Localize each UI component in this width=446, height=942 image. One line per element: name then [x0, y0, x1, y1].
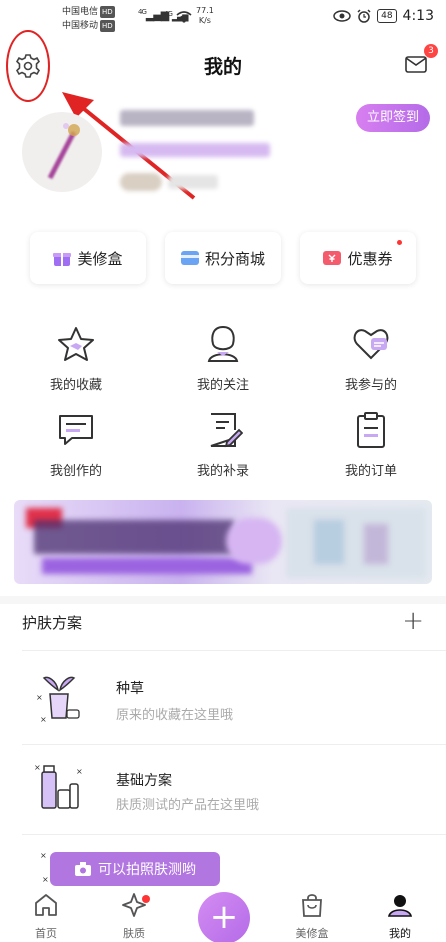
- plan-desc: 原来的收藏在这里哦: [116, 708, 234, 723]
- notification-dot: [142, 895, 150, 903]
- battery-icon: 48: [377, 9, 397, 23]
- message-icon: [59, 415, 93, 445]
- section-title-skincare: 护肤方案: [22, 614, 83, 632]
- profile-icon: [387, 895, 413, 917]
- coupon-icon: [323, 251, 342, 265]
- banner-product-blurred: [364, 524, 388, 564]
- shortcut-label: 优惠券: [347, 249, 393, 268]
- edit-note-icon: [210, 413, 244, 448]
- section-divider: [0, 596, 446, 604]
- mail-badge: 3: [424, 44, 438, 58]
- network-speed: 77.1 K/s: [196, 6, 214, 25]
- bag-icon: [302, 894, 322, 917]
- page-title: 我的: [203, 56, 242, 78]
- star-icon: [58, 327, 94, 361]
- svg-text:×: ×: [36, 693, 43, 702]
- user-level-blurred: [168, 175, 218, 189]
- grid-my-follows[interactable]: 我的关注: [173, 324, 273, 393]
- cosmetics-icon: × ×: [34, 763, 83, 809]
- svg-text:×: ×: [42, 875, 49, 884]
- plan-title: 种草: [116, 681, 144, 697]
- avatar[interactable]: [22, 112, 102, 192]
- user-tag-blurred: [120, 173, 162, 191]
- person-icon: [207, 325, 239, 362]
- status-bar: 中国电信 HD 中国移动 HD 4G▂▄▆ 4G▂▄▆ 77.1 K/s 48 4:1…: [0, 0, 446, 40]
- add-fab-button[interactable]: +: [198, 892, 250, 942]
- plan-item-zhongcao[interactable]: × × 种草 原来的收藏在这里哦: [0, 654, 446, 744]
- clock: 4:13: [402, 8, 434, 24]
- shortcut-coupon[interactable]: 优惠券: [300, 232, 416, 284]
- gift-box-icon: [53, 253, 72, 266]
- wand-icon: [47, 123, 80, 180]
- banner-subline-blurred: [42, 558, 252, 574]
- divider: [22, 834, 446, 835]
- plan-item-basic[interactable]: × × 基础方案 肤质测试的产品在这里哦: [0, 744, 446, 834]
- divider: [22, 650, 446, 651]
- shortcut-points-mall[interactable]: 积分商城: [165, 232, 281, 284]
- banner-image-blurred: [286, 508, 426, 578]
- nav-meixiuhe[interactable]: 美修盒: [282, 892, 342, 941]
- banner-product-blurred: [314, 520, 344, 564]
- camera-icon: [75, 862, 91, 876]
- nav-mine[interactable]: 我的: [370, 892, 430, 941]
- camera-tip-button[interactable]: 可以拍照肤测哟: [50, 852, 220, 886]
- grid-my-creations[interactable]: 我创作的: [26, 410, 126, 479]
- grid-my-supplements[interactable]: 我的补录: [173, 410, 273, 479]
- shortcut-label: 美修盒: [77, 249, 123, 268]
- plant-product-icon: × ×: [36, 676, 80, 724]
- wifi-icon: [176, 11, 192, 23]
- svg-text:×: ×: [40, 851, 47, 860]
- nav-home[interactable]: 首页: [16, 892, 76, 941]
- clipboard-icon: [357, 412, 385, 448]
- plan-desc: 肤质测试的产品在这里哦: [116, 798, 260, 813]
- grid-my-favorites[interactable]: 我的收藏: [26, 324, 126, 393]
- carrier-1: 中国电信 HD: [62, 6, 115, 18]
- heart-chat-icon: [353, 329, 389, 360]
- shortcut-meixiuhe[interactable]: 美修盒: [30, 232, 146, 284]
- banner-badge-blurred: [226, 518, 282, 564]
- carrier-2: 中国移动 HD: [62, 20, 115, 32]
- username-blurred: [120, 110, 254, 126]
- card-icon: [180, 251, 199, 265]
- promo-banner[interactable]: [14, 500, 432, 584]
- shortcut-label: 积分商城: [204, 249, 265, 268]
- alarm-icon: [357, 9, 371, 23]
- camera-tip-label: 可以拍照肤测哟: [98, 862, 196, 878]
- checkin-button[interactable]: 立即签到: [356, 104, 430, 132]
- user-info-blurred: [120, 143, 270, 157]
- banner-headline-blurred: [34, 520, 234, 554]
- svg-text:×: ×: [76, 767, 83, 776]
- svg-text:×: ×: [40, 715, 47, 724]
- notification-dot: [397, 240, 402, 245]
- svg-text:×: ×: [34, 763, 41, 772]
- grid-my-orders[interactable]: 我的订单: [321, 410, 421, 479]
- nav-skin[interactable]: 肤质: [104, 892, 164, 941]
- home-icon: [35, 894, 57, 916]
- plan-title: 基础方案: [116, 773, 172, 789]
- eye-icon: [333, 10, 351, 22]
- add-plan-button[interactable]: +: [402, 606, 424, 636]
- grid-participated[interactable]: 我参与的: [321, 324, 421, 393]
